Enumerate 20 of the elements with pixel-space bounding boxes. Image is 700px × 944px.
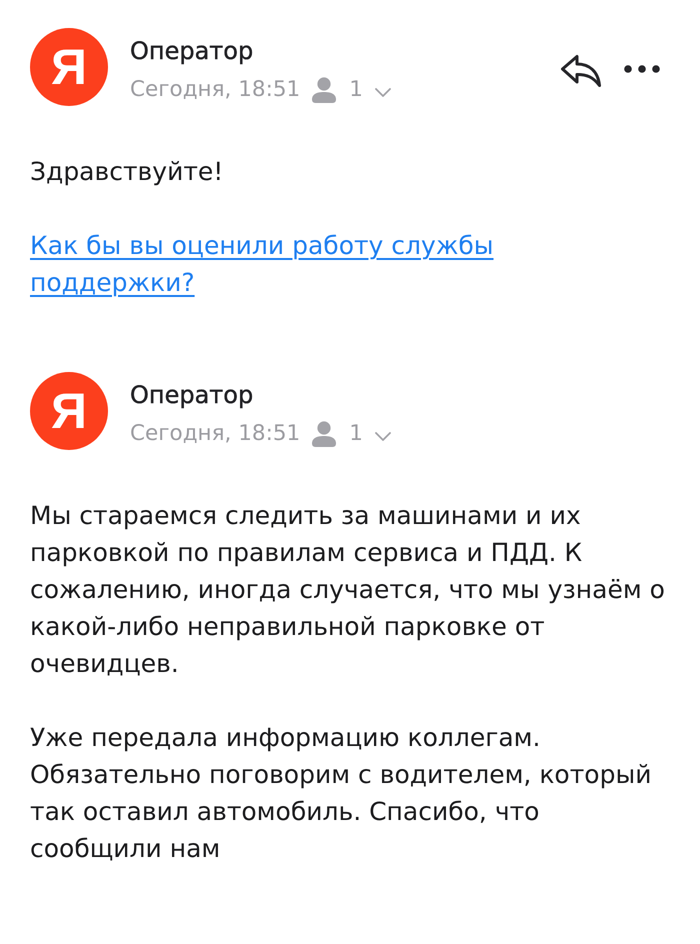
feedback-link[interactable]: Как бы вы оценили работу службы поддержки? xyxy=(30,227,630,301)
sender-name: Оператор xyxy=(130,36,254,66)
sender-avatar: Я xyxy=(30,372,108,450)
person-icon xyxy=(312,421,336,447)
chevron-down-icon xyxy=(374,88,391,96)
message-paragraph: Мы стараемся следить за машинами и их парковкой по правилам сервиса и ПДД. К сожалению, иногда случается, что мы узнаём о какой-либо неправильной парковке от очевидцев. xyxy=(30,500,666,680)
reply-button[interactable] xyxy=(560,54,602,88)
recipients-button[interactable]: 1 xyxy=(312,76,391,104)
message-date: Сегодня, 18:51 xyxy=(130,420,300,448)
sender-name: Оператор xyxy=(130,380,254,410)
person-icon xyxy=(312,77,336,103)
message-paragraph: Уже передала информацию коллегам. Обязательно поговорим с водителем, который так оставил автомобиль. Спасибо, что сообщили нам xyxy=(30,722,652,865)
recipients-button[interactable]: 1 xyxy=(312,420,391,448)
more-button[interactable] xyxy=(624,65,660,73)
reply-arrow-icon xyxy=(560,54,602,88)
chevron-down-icon xyxy=(374,432,391,440)
more-icon xyxy=(624,65,660,73)
message-paragraph: Здравствуйте! xyxy=(30,156,224,188)
sender-avatar: Я xyxy=(30,28,108,106)
message-date: Сегодня, 18:51 xyxy=(130,76,300,104)
